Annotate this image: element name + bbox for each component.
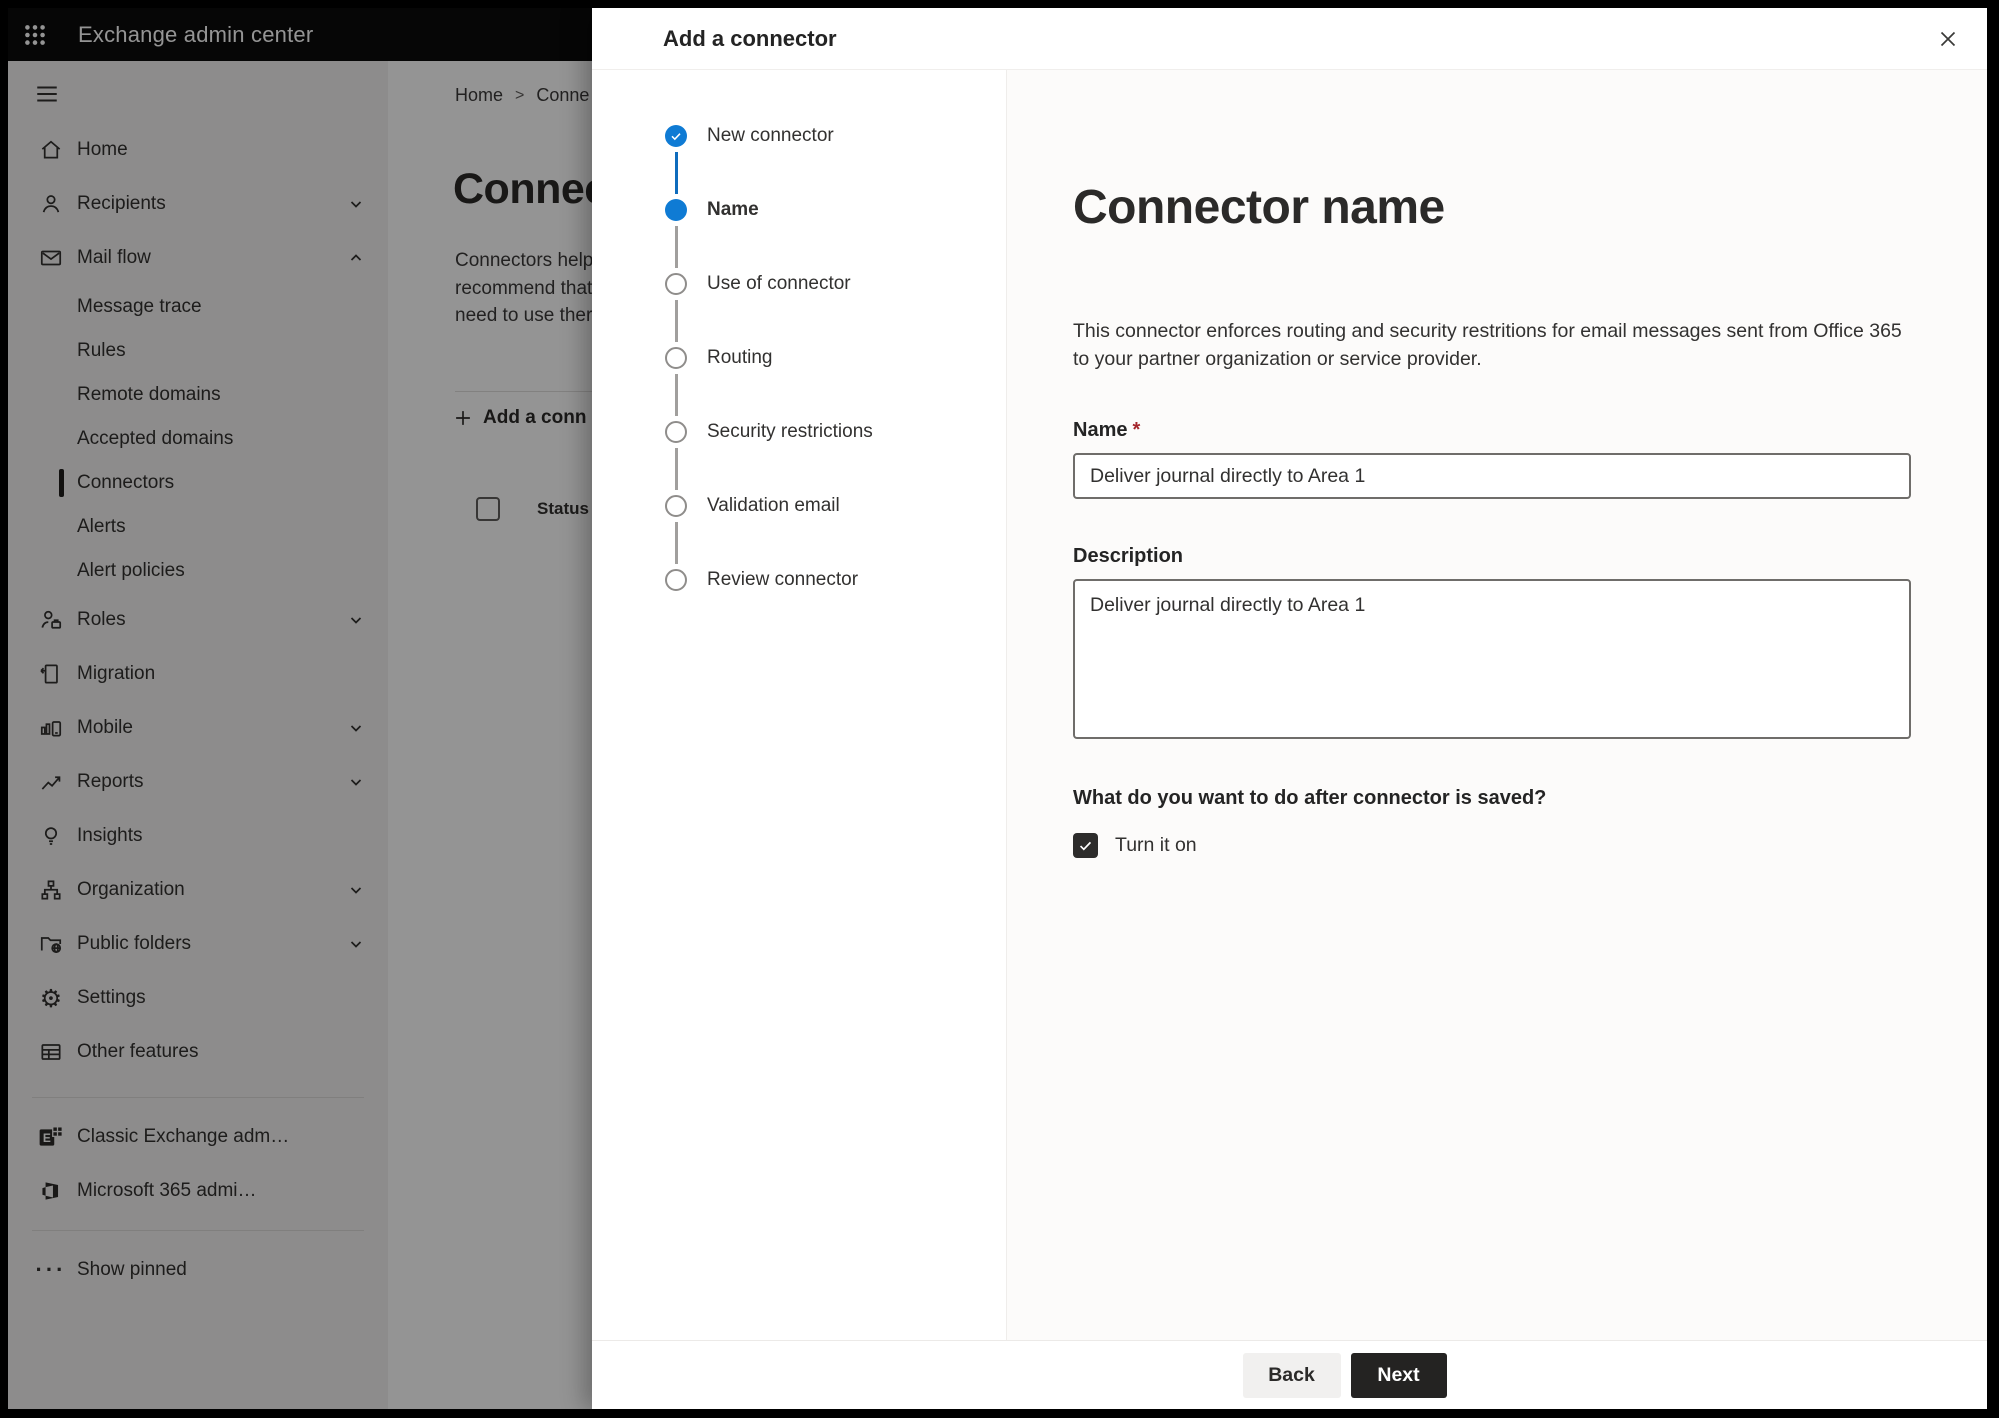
step-routing: Routing [665, 347, 1006, 421]
add-connector-dialog: Add a connector New connector Name Use o… [592, 8, 1987, 1409]
description-label: Description [1073, 545, 1184, 567]
step-upcoming-icon [665, 347, 687, 369]
step-current-icon [665, 199, 687, 221]
wizard-content: Connector name This connector enforces r… [1007, 70, 1987, 1340]
step-new-connector[interactable]: New connector [665, 125, 1006, 199]
app-window: Exchange admin center Home Recipients Ma… [8, 8, 1987, 1409]
turn-it-on-label: Turn it on [1115, 834, 1197, 856]
content-intro: This connector enforces routing and secu… [1073, 320, 1902, 370]
step-upcoming-icon [665, 421, 687, 443]
step-complete-icon [665, 125, 687, 147]
step-review-connector: Review connector [665, 569, 1006, 643]
back-button[interactable]: Back [1242, 1352, 1341, 1398]
step-upcoming-icon [665, 495, 687, 517]
close-icon[interactable] [1933, 24, 1963, 54]
wizard-stepper: New connector Name Use of connector Rout… [592, 70, 1007, 1340]
step-upcoming-icon [665, 569, 687, 591]
name-label: Name * [1073, 419, 1141, 441]
check-icon [1079, 841, 1092, 851]
turn-it-on-checkbox-checked[interactable] [1073, 833, 1098, 858]
step-use-of-connector: Use of connector [665, 273, 1006, 347]
step-security-restrictions: Security restrictions [665, 421, 1006, 495]
connector-name-input[interactable] [1073, 453, 1911, 499]
step-upcoming-icon [665, 273, 687, 295]
after-save-question: What do you want to do after connector i… [1073, 787, 1547, 809]
dialog-title: Add a connector [663, 25, 837, 51]
step-name[interactable]: Name [665, 199, 1006, 273]
required-asterisk: * [1132, 419, 1141, 441]
next-button[interactable]: Next [1350, 1352, 1447, 1398]
connector-description-textarea[interactable]: Deliver journal directly to Area 1 [1073, 579, 1911, 739]
dialog-body: New connector Name Use of connector Rout… [592, 70, 1987, 1340]
dialog-header: Add a connector [592, 8, 1987, 70]
screenshot-root: Exchange admin center Home Recipients Ma… [0, 0, 1999, 1418]
dialog-footer: Back Next [592, 1340, 1987, 1409]
step-validation-email: Validation email [665, 495, 1006, 569]
turn-it-on-option[interactable]: Turn it on [1073, 833, 1987, 858]
content-heading: Connector name [1073, 181, 1445, 234]
